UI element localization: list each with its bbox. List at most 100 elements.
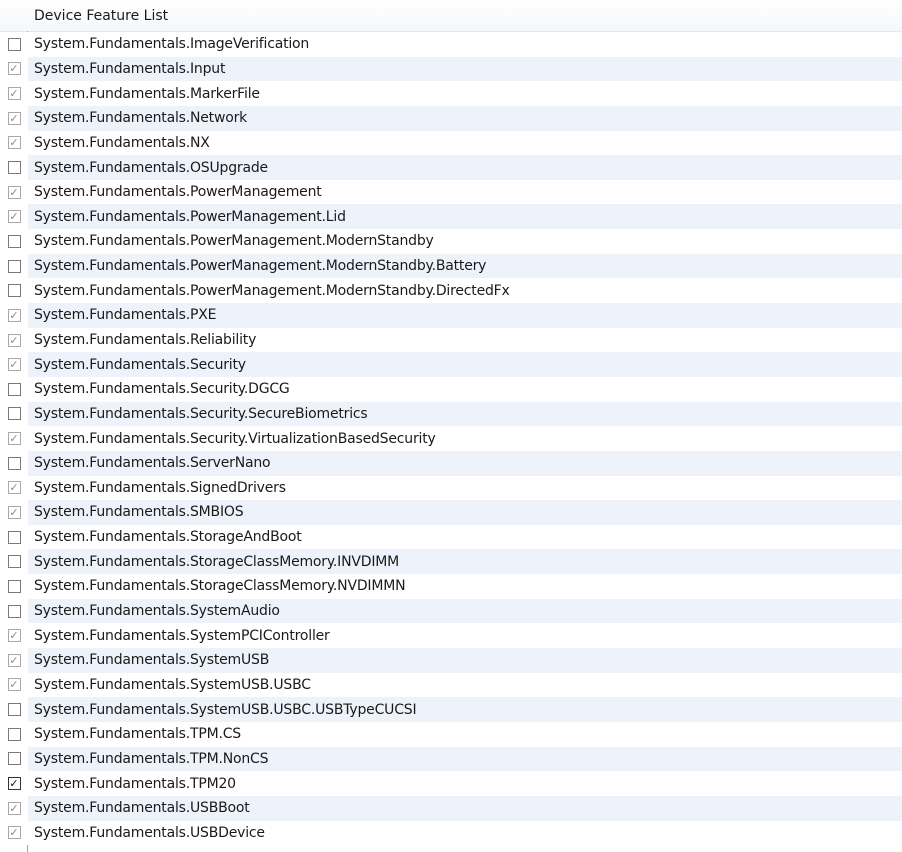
checkbox-icon[interactable] xyxy=(7,407,21,421)
checkbox-icon[interactable]: ✓ xyxy=(7,432,21,446)
feature-label: System.Fundamentals.PowerManagement.Mode… xyxy=(34,258,487,275)
feature-row[interactable]: ✓ System.Fundamentals.Security xyxy=(0,352,902,377)
feature-label: System.Fundamentals.TPM20 xyxy=(34,775,236,792)
feature-row[interactable]: ✓ System.Fundamentals.TPM20 xyxy=(0,771,902,796)
feature-row[interactable]: ✓ System.Fundamentals.Network xyxy=(0,105,902,131)
checkmark-icon: ✓ xyxy=(9,136,19,150)
checkbox-icon[interactable] xyxy=(7,579,21,593)
checkmark-icon: ✓ xyxy=(9,111,19,125)
checkmark-icon: ✓ xyxy=(9,87,19,101)
feature-row[interactable]: ✓ System.Fundamentals.USBBoot xyxy=(0,795,902,821)
feature-label: System.Fundamentals.StorageClassMemory.I… xyxy=(34,553,400,570)
feature-row[interactable]: System.Fundamentals.TPM.NonCS xyxy=(0,746,902,772)
feature-row[interactable]: System.Fundamentals.ImageVerification xyxy=(0,32,902,57)
feature-row[interactable]: ✓ System.Fundamentals.NX xyxy=(0,130,902,156)
feature-row[interactable]: System.Fundamentals.SystemAudio xyxy=(0,598,902,624)
feature-row[interactable]: System.Fundamentals.Security.SecureBiome… xyxy=(0,401,902,427)
checkbox-icon[interactable]: ✓ xyxy=(7,62,21,76)
checkmark-icon: ✓ xyxy=(9,777,19,791)
feature-row[interactable]: System.Fundamentals.Security.DGCG xyxy=(0,376,902,402)
checkbox-icon[interactable]: ✓ xyxy=(7,308,21,322)
checkbox-icon[interactable]: ✓ xyxy=(7,136,21,150)
checkbox-icon[interactable]: ✓ xyxy=(7,185,21,199)
feature-label: System.Fundamentals.PXE xyxy=(34,307,217,324)
feature-row[interactable]: System.Fundamentals.ServerNano xyxy=(0,450,902,476)
feature-row[interactable]: System.Fundamentals.OSUpgrade xyxy=(0,155,902,180)
checkbox-icon[interactable] xyxy=(7,259,21,273)
feature-row[interactable]: ✓ System.Fundamentals.SystemUSB xyxy=(0,648,902,673)
column-header-device-feature-list[interactable]: Device Feature List xyxy=(28,8,168,24)
checkbox-cell xyxy=(0,746,28,772)
feature-row[interactable]: System.Fundamentals.TPM.CS xyxy=(0,721,902,747)
checkmark-icon: ✓ xyxy=(9,185,19,199)
feature-label: System.Fundamentals.ServerNano xyxy=(34,455,271,472)
checkbox-icon[interactable]: ✓ xyxy=(7,481,21,495)
checkbox-icon[interactable]: ✓ xyxy=(7,87,21,101)
checkbox-cell: ✓ xyxy=(0,352,28,377)
checkbox-icon[interactable] xyxy=(7,234,21,248)
feature-row[interactable]: System.Fundamentals.PowerManagement.Mode… xyxy=(0,253,902,279)
feature-label: System.Fundamentals.PowerManagement.Mode… xyxy=(34,282,510,299)
checkbox-cell: ✓ xyxy=(0,475,28,501)
checkbox-icon[interactable]: ✓ xyxy=(7,629,21,643)
checkbox-icon[interactable]: ✓ xyxy=(7,801,21,815)
feature-row[interactable]: ✓ System.Fundamentals.Input xyxy=(0,56,902,82)
checkbox-icon[interactable]: ✓ xyxy=(7,111,21,125)
feature-row[interactable]: ✓ System.Fundamentals.Security.Virtualiza… xyxy=(0,426,902,451)
checkbox-cell xyxy=(0,450,28,476)
feature-row[interactable]: ✓ System.Fundamentals.USBDevice xyxy=(0,820,902,846)
checkbox-icon[interactable] xyxy=(7,161,21,175)
checkbox-icon[interactable]: ✓ xyxy=(7,358,21,372)
feature-label: System.Fundamentals.Security.Virtualizat… xyxy=(34,430,436,447)
checkbox-icon[interactable]: ✓ xyxy=(7,678,21,692)
checkbox-cell xyxy=(0,524,28,550)
checkbox-icon[interactable]: ✓ xyxy=(7,505,21,519)
feature-row[interactable]: ✓ System.Fundamentals.SystemUSB.USBC xyxy=(0,672,902,698)
checkbox-icon[interactable] xyxy=(7,752,21,766)
checkmark-icon: ✓ xyxy=(9,653,19,667)
checkbox-cell xyxy=(0,229,28,254)
checkbox-cell: ✓ xyxy=(0,500,28,525)
checkbox-icon[interactable] xyxy=(7,382,21,396)
checkbox-cell xyxy=(0,401,28,427)
feature-row[interactable]: System.Fundamentals.StorageClassMemory.I… xyxy=(0,549,902,575)
checkbox-icon[interactable] xyxy=(7,604,21,618)
checkbox-cell: ✓ xyxy=(0,623,28,649)
checkbox-icon[interactable] xyxy=(7,555,21,569)
checkbox-cell xyxy=(0,278,28,304)
feature-row[interactable]: ✓ System.Fundamentals.SystemPCIController xyxy=(0,623,902,649)
feature-row[interactable]: System.Fundamentals.PowerManagement.Mode… xyxy=(0,229,902,254)
feature-label: System.Fundamentals.Security xyxy=(34,356,246,373)
checkbox-icon[interactable] xyxy=(7,530,21,544)
feature-row[interactable]: ✓ System.Fundamentals.SignedDrivers xyxy=(0,475,902,501)
feature-row[interactable]: System.Fundamentals.PowerManagement.Mode… xyxy=(0,278,902,304)
checkbox-icon[interactable] xyxy=(7,727,21,741)
checkbox-icon[interactable]: ✓ xyxy=(7,333,21,347)
checkmark-icon: ✓ xyxy=(9,210,19,224)
feature-row[interactable]: ✓ System.Fundamentals.PowerManagement.Lid xyxy=(0,204,902,230)
checkbox-icon[interactable]: ✓ xyxy=(7,826,21,840)
feature-label: System.Fundamentals.Security.SecureBiome… xyxy=(34,405,368,422)
feature-label: System.Fundamentals.Security.DGCG xyxy=(34,381,290,398)
feature-row[interactable]: System.Fundamentals.StorageAndBoot xyxy=(0,524,902,550)
feature-label: System.Fundamentals.Reliability xyxy=(34,332,257,348)
checkbox-cell xyxy=(0,376,28,402)
feature-label: System.Fundamentals.USBBoot xyxy=(34,800,250,817)
checkmark-icon: ✓ xyxy=(9,62,19,76)
feature-row[interactable]: System.Fundamentals.SystemUSB.USBC.USBTy… xyxy=(0,697,902,722)
checkbox-icon[interactable] xyxy=(7,37,21,51)
feature-label: System.Fundamentals.PowerManagement xyxy=(34,184,322,201)
feature-row[interactable]: ✓ System.Fundamentals.MarkerFile xyxy=(0,81,902,106)
checkbox-icon[interactable] xyxy=(7,284,21,298)
feature-row[interactable]: ✓ System.Fundamentals.SMBIOS xyxy=(0,500,902,525)
checkbox-icon[interactable]: ✓ xyxy=(7,777,21,791)
checkbox-icon[interactable] xyxy=(7,456,21,470)
feature-row[interactable]: ✓ System.Fundamentals.PowerManagement xyxy=(0,179,902,205)
feature-label: System.Fundamentals.SystemUSB.USBC xyxy=(34,676,311,693)
checkbox-icon[interactable]: ✓ xyxy=(7,653,21,667)
checkbox-icon[interactable]: ✓ xyxy=(7,210,21,224)
feature-row[interactable]: ✓ System.Fundamentals.PXE xyxy=(0,303,902,328)
feature-row[interactable]: ✓ System.Fundamentals.Reliability xyxy=(0,327,902,353)
checkbox-icon[interactable] xyxy=(7,703,21,717)
feature-row[interactable]: System.Fundamentals.StorageClassMemory.N… xyxy=(0,574,902,599)
